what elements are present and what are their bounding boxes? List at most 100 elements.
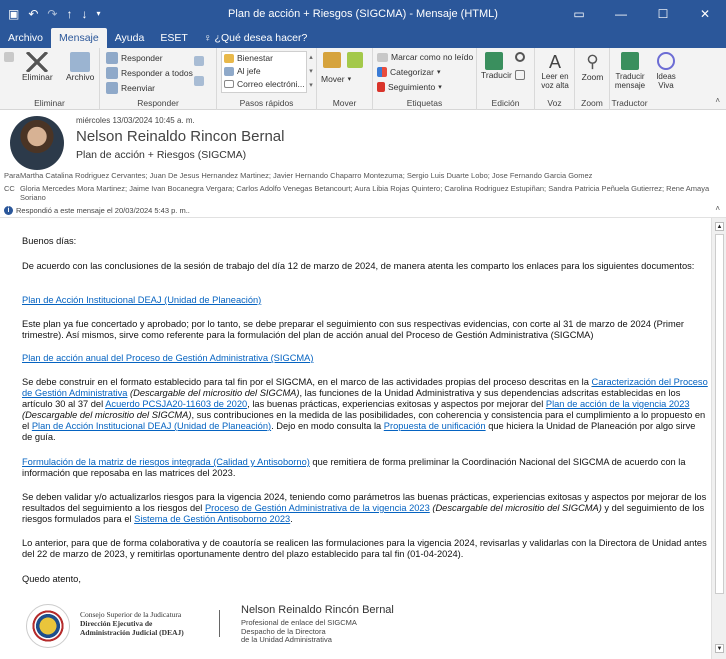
signature-name: Nelson Reinaldo Rincón Bernal xyxy=(241,604,394,616)
mark-unread-label: Marcar como no leído xyxy=(391,52,474,62)
to-recipients[interactable]: Martha Catalina Rodriguez Cervantes; Jua… xyxy=(20,171,592,180)
zoom-button[interactable]: ⚲ Zoom xyxy=(577,52,608,82)
more-respond-button[interactable] xyxy=(194,76,204,86)
mail-icon xyxy=(224,80,234,88)
quick-step-bienestar[interactable]: Bienestar xyxy=(224,53,273,63)
group-etiquetas: Marcar como no leído Categorizar ▾ Seguim… xyxy=(373,48,477,110)
lightbulb-icon: ♀ xyxy=(203,32,215,44)
rules-button[interactable] xyxy=(323,52,341,70)
read-aloud-button[interactable]: A Leer en voz alta xyxy=(537,52,573,90)
redo-icon[interactable]: ↷ xyxy=(47,8,57,20)
delete-button[interactable]: Eliminar xyxy=(22,52,53,82)
viva-ideas-button[interactable]: Ideas Viva xyxy=(650,52,682,90)
link-proceso-2023[interactable]: Proceso de Gestión Administrativa de la … xyxy=(205,503,430,513)
translate-button[interactable]: Traducir xyxy=(481,52,512,80)
link-propuesta-unificacion[interactable]: Propuesta de unificación xyxy=(384,421,486,431)
closing: Quedo atento, xyxy=(22,574,81,584)
forward-button[interactable]: Reenviar xyxy=(106,82,155,94)
ribbon-display-icon[interactable]: ▭ xyxy=(558,0,600,28)
up-arrow-icon[interactable]: ↑ xyxy=(66,8,72,20)
move-label: Mover xyxy=(321,74,345,84)
gallery-scroll[interactable]: ▴ ▾ ▾ xyxy=(307,51,315,93)
onenote-button[interactable] xyxy=(347,52,363,70)
scroll-thumb[interactable] xyxy=(715,234,724,594)
collapse-header-icon[interactable]: ˄ xyxy=(715,204,720,213)
tab-mensaje[interactable]: Mensaje xyxy=(51,28,107,48)
minimize-button[interactable]: — xyxy=(600,0,642,28)
translate-label: Traducir xyxy=(481,70,512,80)
archive-button[interactable]: Archivo xyxy=(66,52,94,82)
forward-label: Reenviar xyxy=(121,83,156,93)
paragraph-colaborativa: Lo anterior, para que de forma colaborat… xyxy=(22,538,707,559)
undo-icon[interactable]: ↶ xyxy=(28,8,38,20)
message-body: Buenos días: De acuerdo con las conclusi… xyxy=(0,218,710,659)
link-matriz-riesgos[interactable]: Formulación de la matriz de riesgos inte… xyxy=(22,457,310,467)
reply-icon xyxy=(106,52,118,64)
group-label-eliminar: Eliminar xyxy=(34,98,65,108)
delete-x-icon xyxy=(26,52,49,72)
scroll-up-icon[interactable]: ▲ xyxy=(715,222,724,231)
reply-all-button[interactable]: Responder a todos xyxy=(106,67,193,79)
quick-step-al-jefe[interactable]: Al jefe xyxy=(224,66,261,76)
coat-of-arms-logo xyxy=(26,604,70,648)
reply-button[interactable]: Responder xyxy=(106,52,163,64)
link-plan-institucional-2[interactable]: Plan de Acción Institucional DEAJ (Unida… xyxy=(32,421,271,431)
info-icon: i xyxy=(4,206,13,215)
read-aloud-icon: A xyxy=(548,52,561,72)
link-antisoborno[interactable]: Sistema de Gestión Antisoborno 2023 xyxy=(134,514,290,524)
paragraph-validar: Se deben validar y/o actualizarlos riesg… xyxy=(22,492,708,525)
role-line: de la Unidad Administrativa xyxy=(241,635,332,644)
group-label-zoom: Zoom xyxy=(581,98,603,108)
maximize-button[interactable]: ☐ xyxy=(642,0,684,28)
sender-name[interactable]: Nelson Reinaldo Rincon Bernal xyxy=(76,128,284,145)
collapse-ribbon-icon[interactable]: ˄ xyxy=(715,96,720,105)
info-bar[interactable]: i Respondió a este mensaje el 20/03/2024 … xyxy=(4,206,190,215)
magnifier-icon: ⚲ xyxy=(586,52,599,71)
group-label-etiquetas: Etiquetas xyxy=(406,98,443,108)
scroll-down-icon[interactable]: ▼ xyxy=(715,644,724,653)
categorize-button[interactable]: Categorizar ▾ xyxy=(377,67,440,77)
paragraph-riesgos: Formulación de la matriz de riesgos inte… xyxy=(22,457,708,479)
tab-eset[interactable]: ESET xyxy=(152,28,195,48)
link-plan-2023[interactable]: Plan de acción de la vigencia 2023 xyxy=(546,399,690,409)
paragraph-intro: De acuerdo con las conclusiones de la se… xyxy=(22,261,695,271)
vertical-scrollbar[interactable]: ▲ ▼ xyxy=(711,218,726,659)
find-button[interactable] xyxy=(515,52,525,64)
quick-step-correo[interactable]: Correo electróni... xyxy=(224,79,305,89)
entity-line: Consejo Superior de la Judicatura xyxy=(80,610,182,619)
italic-note: (Descargable del micrositio del SIGCMA) xyxy=(22,410,192,420)
select-button[interactable] xyxy=(515,70,525,82)
greeting: Buenos días: xyxy=(22,236,77,246)
save-icon[interactable]: ▣ xyxy=(8,8,19,20)
link-acuerdo[interactable]: Acuerdo PCSJA20-11603 de 2020 xyxy=(105,399,247,409)
ignore-button[interactable] xyxy=(4,52,14,62)
to-label: Para xyxy=(4,171,20,180)
down-arrow-icon[interactable]: ↓ xyxy=(81,8,87,20)
follow-up-button[interactable]: Seguimiento ▾ xyxy=(377,82,442,92)
meeting-button[interactable] xyxy=(194,56,204,66)
translate-message-button[interactable]: Traducir mensaje xyxy=(612,52,648,90)
link-plan-accion-anual[interactable]: Plan de acción anual del Proceso de Gest… xyxy=(22,353,313,363)
group-label-edicion: Edición xyxy=(491,98,520,108)
categorize-icon xyxy=(377,67,387,77)
group-zoom: ⚲ Zoom Zoom xyxy=(575,48,610,110)
mark-unread-button[interactable]: Marcar como no leído xyxy=(377,52,473,62)
cc-recipients[interactable]: Gloria Mercedes Mora Martinez; Jaime Iva… xyxy=(20,184,714,202)
group-label-pasos: Pasos rápidos xyxy=(239,98,294,108)
cc-label: CC xyxy=(4,184,15,193)
reply-label: Responder xyxy=(121,53,163,63)
read-aloud-label: Leer en voz alta xyxy=(541,72,569,90)
tab-archivo[interactable]: Archivo xyxy=(0,28,51,48)
link-plan-accion-institucional[interactable]: Plan de Acción Institucional DEAJ (Unida… xyxy=(22,295,261,305)
tab-ayuda[interactable]: Ayuda xyxy=(107,28,153,48)
tell-me-search[interactable]: ♀ ¿Qué desea hacer? xyxy=(196,28,316,48)
customize-icon[interactable]: ▾ xyxy=(96,8,100,20)
translate-message-label: Traducir mensaje xyxy=(614,72,646,90)
meeting-icon xyxy=(194,56,204,66)
move-button[interactable]: Mover ▾ xyxy=(321,74,351,84)
close-button[interactable]: ✕ xyxy=(684,0,726,28)
group-label-mover: Mover xyxy=(332,98,357,108)
quick-step-label: Al jefe xyxy=(237,66,261,76)
forward-icon xyxy=(106,82,118,94)
text: . Dejo en modo consulta la xyxy=(271,421,384,431)
